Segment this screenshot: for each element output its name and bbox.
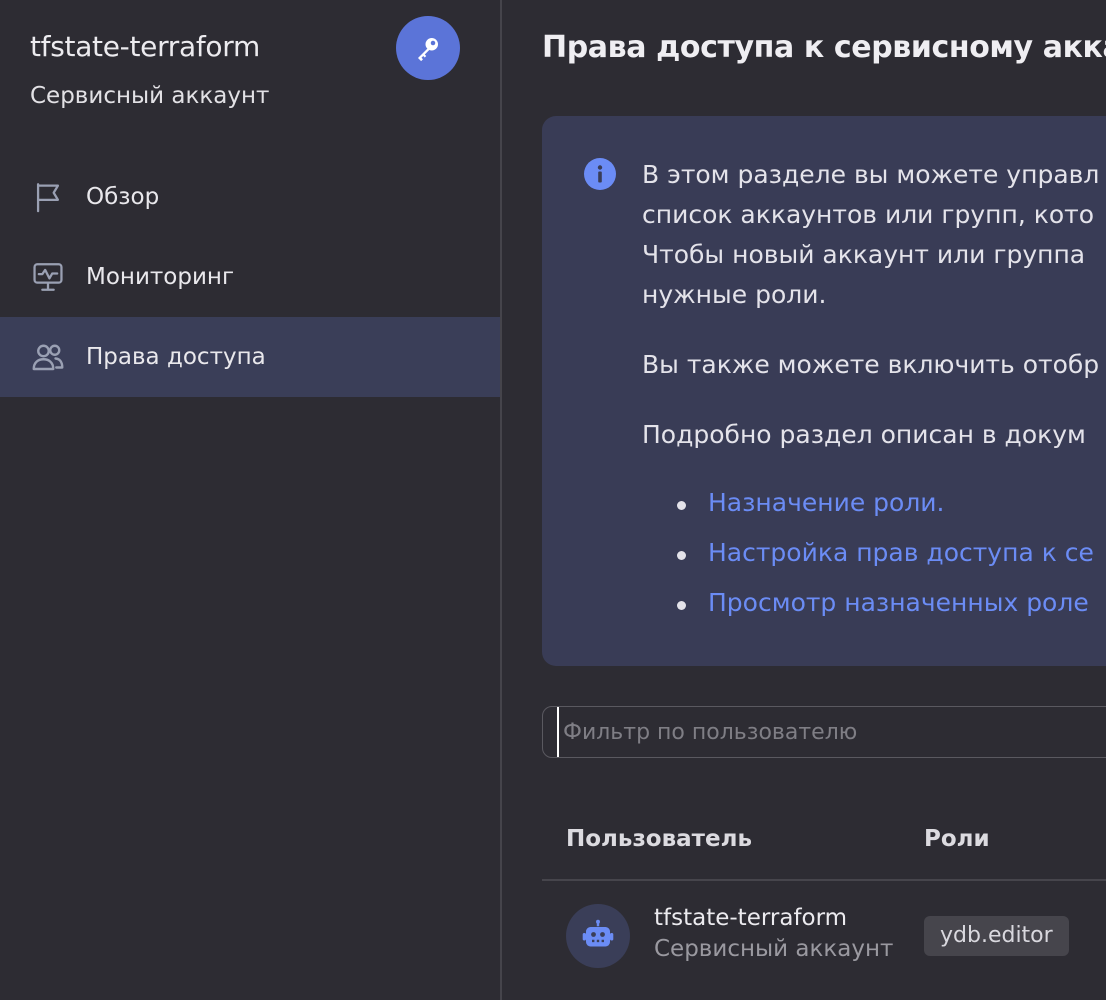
user-type: Сервисный аккаунт — [654, 936, 894, 962]
sidebar-item-monitoring[interactable]: Мониторинг — [0, 237, 500, 317]
column-header-roles: Роли — [924, 826, 990, 852]
bullet — [677, 551, 686, 560]
account-title: tfstate-terraform — [30, 30, 260, 63]
table-header-divider — [542, 879, 1106, 881]
user-filter-input[interactable] — [557, 707, 1106, 757]
sidebar-item-overview[interactable]: Обзор — [0, 157, 500, 237]
info-text-line: Подробно раздел описан в докум — [642, 420, 1086, 449]
role-badge[interactable]: ydb.editor — [924, 916, 1069, 956]
monitor-chart-icon — [30, 259, 66, 295]
users-icon — [30, 339, 66, 375]
robot-icon — [566, 904, 630, 968]
flag-icon — [30, 179, 66, 215]
sidebar-item-label: Мониторинг — [86, 264, 235, 290]
user-name: tfstate-terraform — [654, 905, 848, 931]
account-type: Сервисный аккаунт — [30, 83, 270, 109]
bullet — [677, 501, 686, 510]
doc-link-access-setup[interactable]: Настройка прав доступа к се — [708, 538, 1094, 567]
sidebar-item-label: Права доступа — [86, 344, 266, 370]
doc-link-view-roles[interactable]: Просмотр назначенных роле — [708, 588, 1089, 617]
sidebar-item-label: Обзор — [86, 184, 160, 210]
column-header-user: Пользователь — [566, 826, 752, 852]
info-text-line: В этом разделе вы можете управл — [642, 160, 1100, 189]
sidebar: tfstate-terraform Сервисный аккаунт Обзо… — [0, 0, 502, 1000]
info-icon — [584, 158, 616, 190]
info-text-line: Вы также можете включить отобр — [642, 350, 1100, 379]
bullet — [677, 601, 686, 610]
user-filter-field[interactable] — [542, 706, 1106, 758]
info-text-line: нужные роли. — [642, 280, 827, 309]
doc-link-role-assignment[interactable]: Назначение роли. — [708, 488, 945, 517]
info-text-line: Чтобы новый аккаунт или группа — [642, 240, 1086, 269]
page-title: Права доступа к сервисному аккау — [542, 30, 1106, 65]
info-panel: В этом разделе вы можете управл список а… — [542, 116, 1106, 666]
key-icon — [396, 16, 460, 80]
info-text-line: список аккаунтов или групп, кото — [642, 200, 1095, 229]
sidebar-item-access-rights[interactable]: Права доступа — [0, 317, 500, 397]
main-content: Права доступа к сервисному аккау В этом … — [502, 0, 1106, 1000]
